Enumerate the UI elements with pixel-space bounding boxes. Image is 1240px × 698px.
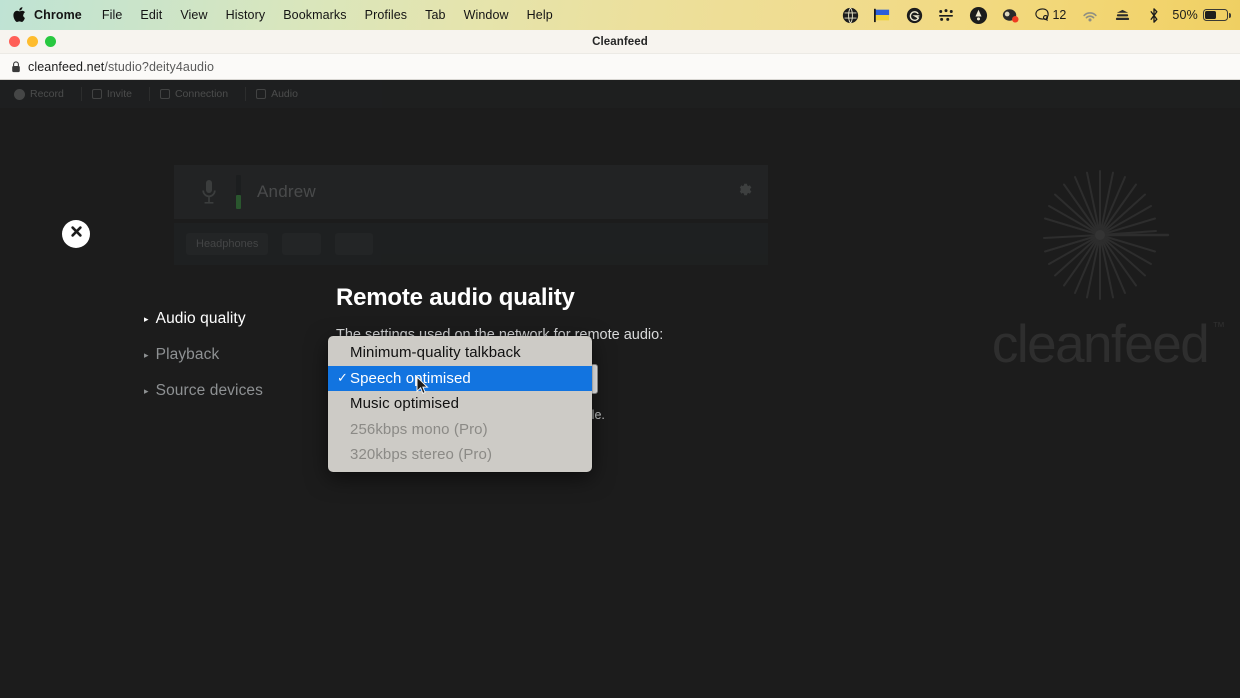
gear-icon[interactable] [734,180,754,205]
chevron-right-icon: ▸ [144,351,149,360]
dropdown-option-256kbps-mono-pro: 256kbps mono (Pro) [328,417,592,443]
bartender-icon[interactable] [962,0,994,30]
flag-icon[interactable] [866,0,898,30]
menu-item-window[interactable]: Window [455,8,518,22]
chevron-right-icon: ▸ [144,315,149,324]
toolbar-audio-button[interactable]: Audio [252,84,309,104]
grammarly-icon[interactable] [898,0,930,30]
url-text[interactable]: cleanfeed.net/studio?deity4audio [28,60,214,74]
close-x-icon [70,225,83,243]
battery-percent-label: 50% [1172,8,1198,22]
browser-url-bar[interactable]: cleanfeed.net/studio?deity4audio [0,54,1240,80]
menu-item-bookmarks[interactable]: Bookmarks [274,8,355,22]
recording-icon[interactable] [994,0,1026,30]
checkmark-icon: ✓ [337,370,350,386]
watermark-wordmark: cleanfeed ™ [992,318,1208,371]
audio-icon [256,89,266,99]
menu-item-history[interactable]: History [217,8,275,22]
web-page-content: Record Invite Connection Audio Andrew [0,80,1240,698]
toolbar-audio-label: Audio [271,88,298,100]
toolbar-invite-label: Invite [107,88,132,100]
page-title: Remote audio quality [336,284,575,312]
window-title: Cleanfeed [0,36,1240,48]
toolbar-divider [81,87,82,101]
dropdown-option-label: 256kbps mono (Pro) [350,421,488,438]
close-settings-button[interactable] [62,220,90,248]
trademark-symbol: ™ [1212,320,1225,333]
sidebar-item-label: Source devices [156,382,263,400]
browser-title-bar: Cleanfeed [0,30,1240,54]
radial-burst-icon [1025,160,1175,310]
dropdown-option-label: 320kbps stereo (Pro) [350,446,492,463]
sidebar-item-audio-quality[interactable]: ▸ Audio quality [144,310,334,328]
settings-nav: ▸ Audio quality ▸ Playback ▸ Source devi… [144,310,334,418]
padlock-icon [8,61,24,73]
menu-item-chrome[interactable]: Chrome [30,8,93,22]
menu-item-tab[interactable]: Tab [416,8,454,22]
menu-item-edit[interactable]: Edit [131,8,171,22]
messages-icon[interactable] [1026,0,1058,30]
input-level-meter [236,175,241,209]
control-center-icon[interactable] [1106,0,1138,30]
studio-app-toolbar: Record Invite Connection Audio [0,80,1240,108]
dropdown-option-speech-optimised[interactable]: ✓ Speech optimised [328,366,592,392]
toolbar-connection-label: Connection [175,88,228,100]
toolbar-record-button[interactable]: Record [10,84,75,104]
menu-bar-status-area: 12 50% [834,0,1231,30]
dropdown-option-label: Speech optimised [350,370,471,387]
studio-channel-row: Andrew [174,165,768,219]
connection-icon [160,89,170,99]
macos-menu-bar: Chrome File Edit View History Bookmarks … [0,0,1240,30]
dropdown-option-320kbps-stereo-pro: 320kbps stereo (Pro) [328,442,592,468]
headphones-chip[interactable]: Headphones [186,233,268,255]
dropdown-option-music-optimised[interactable]: Music optimised [328,391,592,417]
record-dot-icon [14,89,25,100]
channel-name-label: Andrew [257,182,316,202]
apple-logo-icon[interactable] [8,7,30,24]
toolbar-divider [149,87,150,101]
dropdown-option-minimum-quality-talkback[interactable]: Minimum-quality talkback [328,340,592,366]
toolbar-divider [245,87,246,101]
watermark-word-text: cleanfeed [992,315,1208,374]
studio-channel-panel: Andrew Headphones [174,165,768,265]
url-path: /studio?deity4audio [104,60,214,74]
studio-option-chip[interactable] [282,233,320,255]
audio-quality-dropdown-menu[interactable]: Minimum-quality talkback ✓ Speech optimi… [328,336,592,472]
sidebar-item-label: Audio quality [156,310,246,328]
toolbar-connection-button[interactable]: Connection [156,84,239,104]
studio-options-row: Headphones [174,223,768,265]
dropdown-option-label: Minimum-quality talkback [350,344,521,361]
bluetooth-icon[interactable] [1138,0,1170,30]
battery-icon[interactable] [1203,9,1228,21]
sidebar-item-label: Playback [156,346,220,364]
menu-item-help[interactable]: Help [518,8,562,22]
dropdown-option-label: Music optimised [350,395,459,412]
menu-item-profiles[interactable]: Profiles [356,8,416,22]
wifi-icon[interactable] [1074,0,1106,30]
url-host: cleanfeed.net [28,60,104,74]
chevron-right-icon: ▸ [144,387,149,396]
invite-icon [92,89,102,99]
sidebar-item-playback[interactable]: ▸ Playback [144,346,334,364]
shortcuts-icon[interactable] [930,0,962,30]
menu-item-file[interactable]: File [93,8,132,22]
toolbar-invite-button[interactable]: Invite [88,84,143,104]
microphone-icon [186,178,232,206]
globe-icon[interactable] [834,0,866,30]
toolbar-record-label: Record [30,88,64,100]
menu-item-view[interactable]: View [171,8,216,22]
cleanfeed-watermark: cleanfeed ™ [972,160,1228,371]
sidebar-item-source-devices[interactable]: ▸ Source devices [144,382,334,400]
studio-option-chip[interactable] [335,233,373,255]
